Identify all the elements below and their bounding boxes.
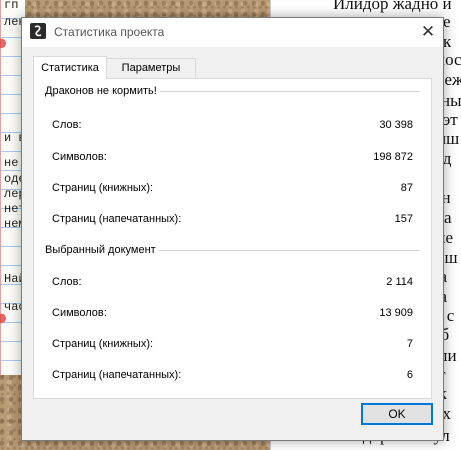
index-card-line: гп	[4, 0, 19, 12]
doc-book-pages-label: Страниц (книжных):	[52, 338, 154, 350]
project-printed-pages-value: 157	[394, 213, 413, 225]
doc-chars-label: Символов:	[52, 307, 107, 319]
group-divider	[154, 91, 420, 92]
manuscript-line: е	[443, 12, 451, 31]
document-group-title: Выбранный документ	[45, 244, 159, 256]
doc-printed-pages-label: Страниц (напечатанных):	[52, 369, 182, 381]
project-book-pages-value: 87	[400, 182, 413, 194]
scrivener-app-icon	[30, 23, 46, 39]
project-words-label: Слов:	[52, 119, 82, 131]
title-bar[interactable]: Статистика проекта ✕	[22, 18, 443, 47]
project-book-pages-label: Страниц (книжных):	[52, 182, 154, 194]
close-icon: ✕	[420, 22, 436, 41]
doc-printed-pages-value: 6	[406, 369, 413, 381]
manuscript-line: Илидор жадно и	[333, 0, 452, 13]
project-words-value: 30 398	[379, 119, 413, 131]
manuscript-line: ны	[441, 91, 461, 110]
doc-words-label: Слов:	[52, 276, 82, 288]
ok-button[interactable]: OK	[361, 403, 433, 425]
window-title: Статистика проекта	[54, 25, 165, 39]
doc-book-pages-value: 7	[406, 338, 413, 350]
project-printed-pages-label: Страниц (напечатанных):	[52, 213, 182, 225]
project-group-title: Драконов не кормить!	[45, 85, 160, 97]
manuscript-line: к	[443, 32, 452, 51]
manuscript-line: эт	[443, 110, 458, 129]
close-button[interactable]: ✕	[413, 18, 443, 47]
statistics-panel: Драконов не кормить! Слов: 30 398 Символ…	[33, 78, 432, 399]
project-statistics-dialog: Статистика проекта ✕ Статистика Параметр…	[21, 17, 444, 441]
tab-parameters[interactable]: Параметры	[106, 58, 196, 79]
tab-statistics[interactable]: Статистика	[33, 56, 107, 79]
project-chars-value: 198 872	[373, 151, 413, 163]
doc-words-value: 2 114	[386, 276, 413, 288]
doc-chars-value: 13 909	[379, 307, 413, 319]
group-divider	[149, 250, 420, 251]
project-chars-label: Символов:	[52, 151, 107, 163]
